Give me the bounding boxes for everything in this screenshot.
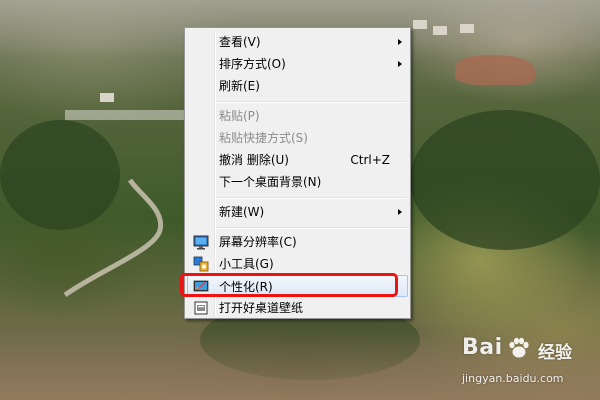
baidu-paw-logo-icon: [509, 337, 529, 358]
baidu-jingyan-watermark: Bai 经验 jingyan.baidu.com: [462, 335, 598, 395]
menu-item-label: 小工具(G): [219, 257, 274, 271]
menu-item-label: 排序方式(O): [219, 57, 286, 71]
menu-item-label: 屏幕分辨率(C): [219, 235, 297, 249]
watermark-brand: Bai: [462, 335, 503, 360]
menu-item-new[interactable]: 新建(W): [187, 201, 408, 223]
display-resolution-icon: [193, 235, 209, 250]
house: [413, 20, 427, 29]
house: [460, 24, 474, 33]
farm-field: [455, 55, 535, 85]
submenu-arrow-icon: [398, 39, 402, 45]
tree-cluster: [410, 110, 600, 250]
menu-item-screen-resolution[interactable]: 屏幕分辨率(C): [187, 231, 408, 253]
wallpaper-app-icon: [194, 301, 208, 315]
menu-item-label: 新建(W): [219, 205, 265, 219]
watermark-brand-cn: 经验: [538, 343, 572, 363]
submenu-arrow-icon: [398, 61, 402, 67]
menu-item-paste-shortcut: 粘贴快捷方式(S): [187, 127, 408, 149]
submenu-arrow-icon: [398, 209, 402, 215]
menu-item-label: 打开好桌道壁纸: [219, 301, 304, 315]
menu-item-undo-delete[interactable]: 撤消 删除(U) Ctrl+Z: [187, 149, 408, 171]
menu-item-label: 下一个桌面背景(N): [219, 175, 322, 189]
menu-item-paste: 粘贴(P): [187, 105, 408, 127]
menu-item-wallpaper-app[interactable]: 打开好桌道壁纸: [187, 297, 408, 319]
menu-item-label: 撤消 删除(U): [219, 153, 289, 167]
menu-item-shortcut: Ctrl+Z: [350, 153, 390, 167]
gadgets-icon: [193, 256, 209, 272]
menu-item-label: 查看(V): [219, 35, 261, 49]
menu-item-label: 刷新(E): [219, 79, 260, 93]
annotation-highlight-box: [180, 273, 398, 297]
menu-item-label: 粘贴(P): [219, 109, 260, 123]
winding-road: [63, 178, 164, 298]
menu-item-sort-by[interactable]: 排序方式(O): [187, 53, 408, 75]
menu-item-next-desktop-background[interactable]: 下一个桌面背景(N): [187, 171, 408, 193]
menu-separator: [216, 197, 407, 199]
menu-item-view[interactable]: 查看(V): [187, 31, 408, 53]
menu-item-gadgets[interactable]: 小工具(G): [187, 253, 408, 275]
menu-separator: [216, 227, 407, 229]
house: [433, 26, 447, 35]
menu-separator: [216, 101, 407, 103]
bridge: [65, 110, 185, 120]
watermark-url: jingyan.baidu.com: [462, 372, 564, 385]
menu-item-refresh[interactable]: 刷新(E): [187, 75, 408, 97]
house: [100, 93, 114, 102]
menu-item-label: 粘贴快捷方式(S): [219, 131, 308, 145]
